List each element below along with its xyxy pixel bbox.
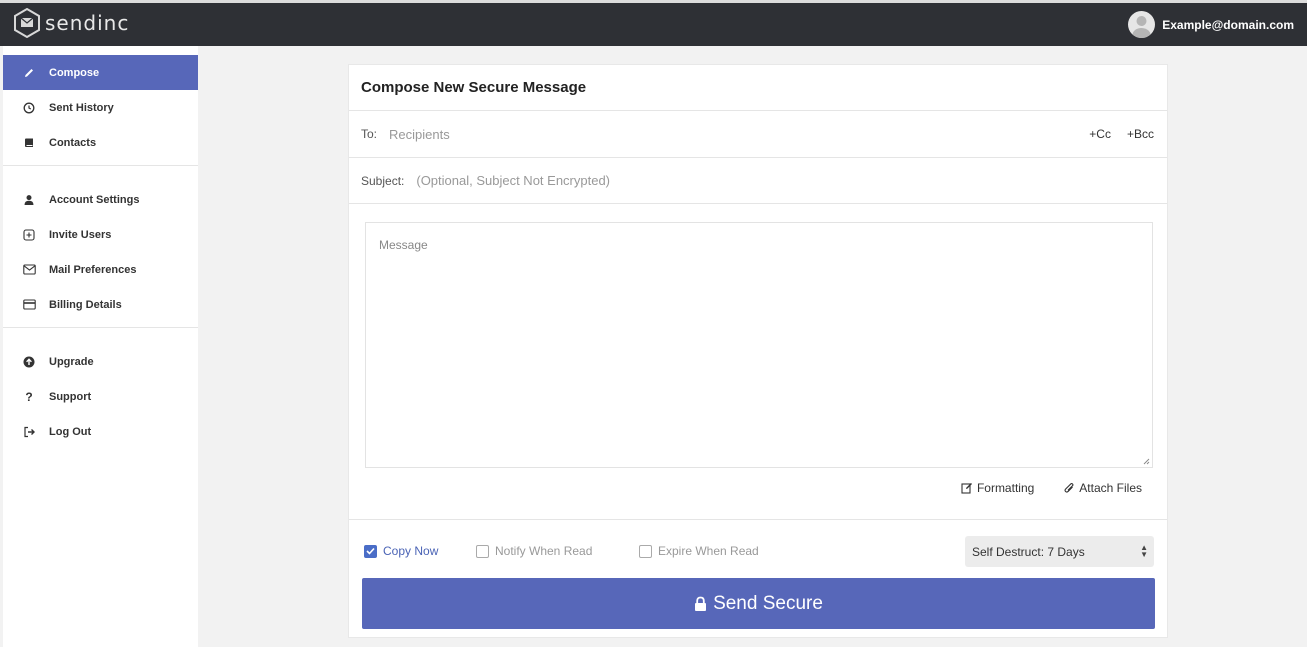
nav-group-main: Compose Sent History Contacts [3, 46, 198, 166]
expire-when-read-checkbox[interactable] [639, 544, 652, 558]
sidebar-item-billing-details[interactable]: Billing Details [3, 287, 198, 322]
sidebar-item-label: Contacts [49, 136, 97, 149]
subject-label: Subject: [361, 173, 405, 188]
cc-links: +Cc +Bcc [1089, 127, 1154, 141]
sidebar-item-label: Support [49, 390, 92, 403]
top-bar: sendinc Example@domain.com [0, 0, 1307, 46]
user-email: Example@domain.com [1162, 17, 1294, 32]
recipients-input[interactable] [389, 126, 1155, 142]
add-bcc-link[interactable]: +Bcc [1127, 127, 1154, 141]
sidebar-item-contacts[interactable]: Contacts [3, 125, 198, 160]
sign-out-icon [22, 425, 36, 439]
user-icon [22, 193, 36, 207]
sidebar-item-label: Log Out [49, 425, 92, 438]
sidebar-item-support[interactable]: ? Support [3, 379, 198, 414]
lock-icon [694, 596, 707, 612]
sidebar: Compose Sent History Contacts Account Se… [3, 46, 198, 647]
edit-icon [961, 482, 973, 494]
logo-text: sendinc [45, 11, 130, 35]
logo-icon [14, 8, 40, 38]
sidebar-item-compose[interactable]: Compose [3, 55, 198, 90]
sidebar-item-label: Invite Users [49, 228, 112, 241]
notify-when-read-checkbox[interactable] [476, 544, 489, 558]
address-book-icon [22, 136, 36, 150]
message-tools: Formatting Attach Files [961, 481, 1142, 495]
self-destruct-value: Self Destruct: 7 Days [972, 544, 1085, 559]
sidebar-item-label: Compose [49, 66, 100, 79]
credit-card-icon [22, 298, 36, 312]
compose-card: Compose New Secure Message To: +Cc +Bcc … [348, 64, 1168, 638]
add-cc-link[interactable]: +Cc [1089, 127, 1111, 141]
pencil-icon [22, 66, 36, 80]
subject-input[interactable] [416, 173, 1155, 188]
sidebar-item-mail-preferences[interactable]: Mail Preferences [3, 252, 198, 287]
question-icon: ? [25, 389, 33, 404]
message-box [365, 222, 1153, 468]
options-row: Copy Now Notify When Read Expire When Re… [349, 519, 1167, 579]
plus-square-icon [22, 228, 36, 242]
select-arrows-icon: ▲ ▼ [1140, 543, 1148, 559]
send-secure-button[interactable]: Send Secure [362, 578, 1155, 629]
resize-handle-icon[interactable] [1142, 457, 1150, 465]
copy-now-checkbox[interactable] [364, 544, 377, 558]
notify-when-read-option[interactable]: Notify When Read [476, 544, 592, 558]
logo[interactable]: sendinc [13, 8, 129, 38]
nav-group-account: Account Settings Invite Users Mail Prefe… [3, 166, 198, 328]
avatar[interactable] [1128, 11, 1156, 38]
attach-files-label: Attach Files [1079, 481, 1142, 495]
send-secure-label: Send Secure [713, 592, 823, 614]
subject-row: Subject: [349, 158, 1167, 204]
sidebar-item-label: Mail Preferences [49, 263, 137, 276]
compose-header: Compose New Secure Message [349, 65, 1167, 111]
paperclip-icon [1064, 482, 1075, 494]
self-destruct-select[interactable]: Self Destruct: 7 Days ▲ ▼ [965, 536, 1154, 567]
sidebar-item-account-settings[interactable]: Account Settings [3, 182, 198, 217]
formatting-button[interactable]: Formatting [961, 481, 1034, 495]
attach-files-button[interactable]: Attach Files [1064, 481, 1142, 495]
sidebar-item-label: Account Settings [49, 193, 140, 206]
copy-now-option[interactable]: Copy Now [364, 544, 438, 558]
arrow-up-circle-icon [22, 355, 36, 369]
sidebar-item-label: Upgrade [49, 355, 94, 368]
to-label: To: [361, 127, 378, 141]
sidebar-item-upgrade[interactable]: Upgrade [3, 344, 198, 379]
to-row: To: +Cc +Bcc [349, 111, 1167, 158]
sidebar-item-sent-history[interactable]: Sent History [3, 90, 198, 125]
sidebar-item-label: Billing Details [49, 298, 122, 311]
user-menu[interactable]: Example@domain.com [1128, 11, 1294, 38]
sidebar-item-log-out[interactable]: Log Out [3, 414, 198, 449]
expire-when-read-option[interactable]: Expire When Read [639, 544, 759, 558]
message-textarea[interactable] [379, 238, 1139, 452]
sidebar-item-label: Sent History [49, 101, 114, 114]
sidebar-item-invite-users[interactable]: Invite Users [3, 217, 198, 252]
copy-now-label: Copy Now [383, 544, 439, 558]
formatting-label: Formatting [976, 481, 1035, 495]
page-title: Compose New Secure Message [361, 79, 587, 96]
check-icon [366, 547, 375, 555]
notify-when-read-label: Notify When Read [495, 544, 593, 558]
envelope-icon [22, 263, 36, 277]
user-avatar-icon [1132, 16, 1151, 38]
nav-group-misc: Upgrade ? Support Log Out [3, 328, 198, 454]
clock-icon [22, 101, 36, 115]
expire-when-read-label: Expire When Read [658, 544, 759, 558]
